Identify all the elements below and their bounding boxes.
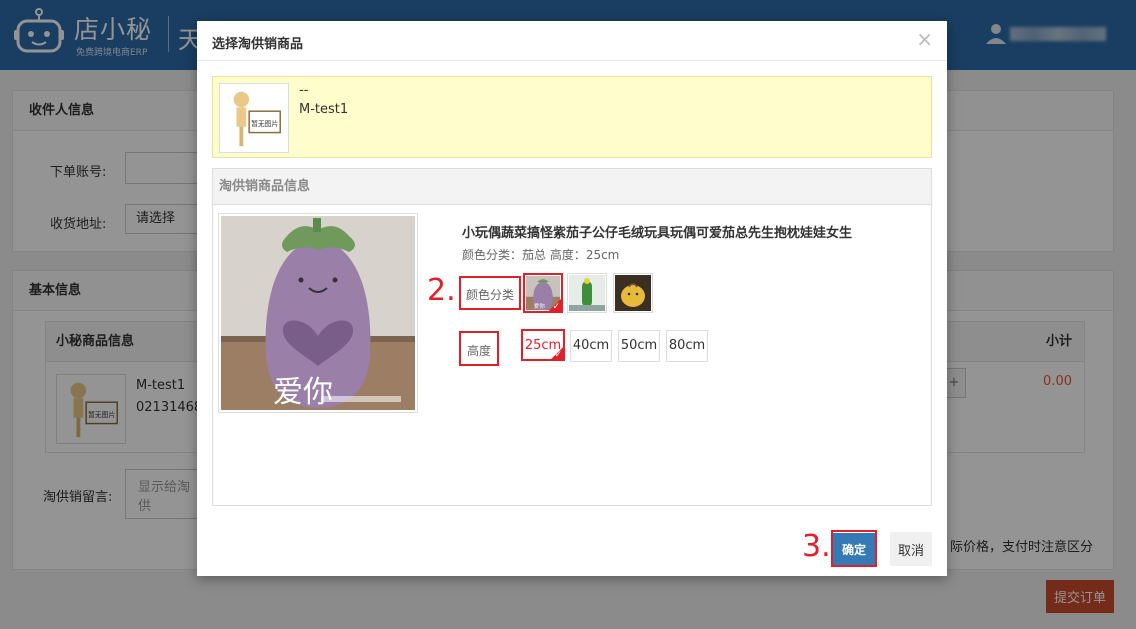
height-option-label: 80cm (668, 338, 706, 353)
color-swatch-potato[interactable] (613, 273, 653, 313)
select-product-modal: 选择淘供销商品 × 暂无图片 -- M-test1 淘供销商品信息 爱你 小玩偶… (197, 21, 947, 576)
eggplant-plush-image: 爱你 (221, 216, 415, 410)
cucumber-swatch-image (569, 275, 605, 311)
checkmark-icon: ✓ (554, 350, 562, 360)
annotation-step-3: 3. (802, 529, 831, 564)
modal-header: 选择淘供销商品 × (197, 21, 947, 61)
image-caption: 爱你 (273, 375, 333, 410)
checkmark-icon: ✓ (552, 302, 560, 312)
height-option-50cm[interactable]: 50cm (618, 330, 660, 362)
source-product-card: 暂无图片 -- M-test1 (212, 76, 932, 158)
product-thumbnail: 暂无图片 (219, 83, 289, 153)
height-option-80cm[interactable]: 80cm (666, 330, 708, 362)
placeholder-text: 暂无图片 (251, 119, 278, 128)
swatch-caption: 爱你 (534, 302, 546, 310)
height-option-label: 50cm (620, 338, 658, 353)
annotation-step-2: 2. (427, 273, 456, 308)
close-icon[interactable]: × (916, 27, 933, 51)
taobao-product-section: 淘供销商品信息 爱你 小玩偶蔬菜搞怪紫茄子公仔毛绒玩具玩偶可爱茄总先生抱枕娃娃女… (212, 168, 932, 506)
height-attribute-label: 高度 (466, 344, 491, 358)
color-swatch-eggplant[interactable]: 爱你 ✓ (523, 273, 563, 313)
cancel-button[interactable]: 取消 (890, 532, 932, 566)
confirm-button[interactable]: 确定 (833, 533, 875, 565)
product-card-name: M-test1 (299, 102, 349, 117)
color-swatch-cucumber[interactable] (567, 273, 607, 313)
product-main-image: 爱你 (218, 213, 418, 413)
section-title: 淘供销商品信息 (213, 169, 931, 205)
potato-swatch-image (615, 275, 651, 311)
height-option-label: 40cm (572, 338, 610, 353)
modal-title: 选择淘供销商品 (212, 37, 304, 52)
color-attribute-label: 颜色分类 (465, 288, 514, 302)
item-title: 小玩偶蔬菜搞怪紫茄子公仔毛绒玩具玩偶可爱茄总先生抱枕娃娃女生 (462, 226, 853, 241)
height-option-25cm[interactable]: 25cm ✓ (521, 329, 565, 361)
height-option-40cm[interactable]: 40cm (570, 330, 612, 362)
no-image-placeholder-icon: 暂无图片 (233, 91, 281, 147)
selected-summary: 颜色分类：茄总 高度：25cm (462, 248, 620, 262)
product-card-dash: -- (299, 83, 309, 98)
